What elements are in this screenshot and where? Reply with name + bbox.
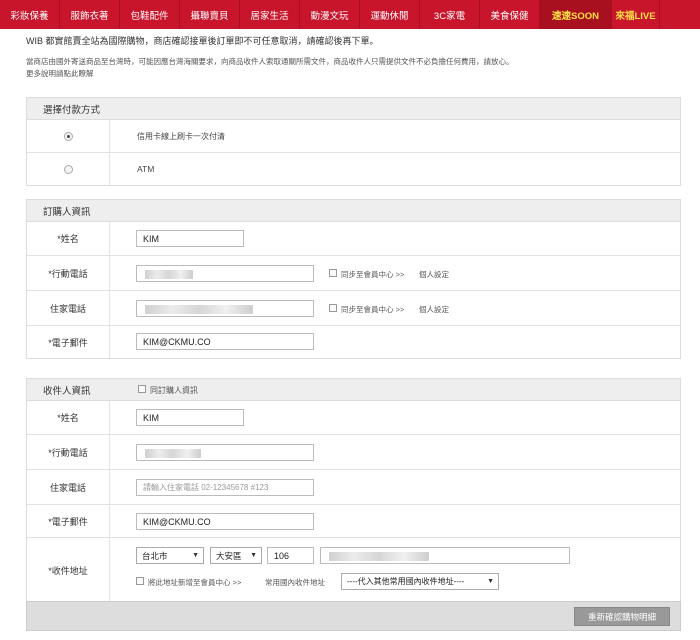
- buyer-home-settings-link[interactable]: 個人設定: [419, 304, 449, 315]
- chevron-down-icon: ▼: [192, 552, 199, 559]
- receiver-home-input[interactable]: 請輸入住家電話 02-12345678 #123: [136, 479, 314, 496]
- district-select[interactable]: 大安區 ▼: [210, 547, 262, 564]
- receiver-name-label: *姓名: [27, 401, 110, 434]
- receiver-email-label: *電子郵件: [27, 505, 110, 537]
- same-as-buyer-checkbox[interactable]: [138, 385, 146, 393]
- atm-radio[interactable]: [63, 165, 73, 174]
- chevron-down-icon: ▼: [250, 552, 257, 559]
- city-select-value: 台北市: [142, 550, 168, 561]
- zip-code-input[interactable]: 106: [267, 547, 314, 564]
- buyer-name-label: *姓名: [27, 222, 110, 255]
- receiver-name-input[interactable]: KIM: [136, 409, 244, 426]
- buyer-name-row: *姓名 KIM: [27, 222, 680, 256]
- nav-item-1[interactable]: 服飾衣著: [60, 0, 120, 29]
- buyer-mobile-sync-checkbox[interactable]: [329, 269, 337, 277]
- nav-item-10[interactable]: 來福LIVE: [612, 0, 660, 29]
- receiver-home-row: 住家電話 請輸入住家電話 02-12345678 #123: [27, 470, 680, 505]
- address-book-select-value: ----代入其他常用國內收件地址----: [347, 577, 465, 586]
- buyer-section-title: 訂購人資訊: [27, 200, 680, 222]
- city-select[interactable]: 台北市 ▼: [136, 547, 204, 564]
- top-category-nav: 彩妝保養 服飾衣著 包鞋配件 攝聯賣貝 居家生活 動漫文玩 運動休閒 3C家電 美食保健 速速SO…: [0, 0, 700, 29]
- receiver-mobile-input[interactable]: [136, 444, 314, 461]
- nav-item-2[interactable]: 包鞋配件: [120, 0, 180, 29]
- buyer-home-row: 住家電話 同步至會員中心 >> 個人設定: [27, 291, 680, 326]
- address-book-link[interactable]: 常用國內收件地址: [265, 577, 325, 588]
- buyer-home-sync-checkbox[interactable]: [329, 304, 337, 312]
- same-as-buyer-label: 同訂購人資訊: [150, 386, 198, 395]
- buyer-email-row: *電子郵件 KIM@CKMU.CO: [27, 326, 680, 358]
- receiver-mobile-row: *行動電話: [27, 435, 680, 470]
- buyer-mobile-label: *行動電話: [27, 256, 110, 290]
- district-select-value: 大安區: [216, 550, 242, 561]
- add-address-text: 將此地址新增至會員中心 >>: [148, 578, 242, 587]
- buyer-mobile-input[interactable]: [136, 265, 314, 282]
- buyer-mobile-row: *行動電話 同步至會員中心 >> 個人設定: [27, 256, 680, 291]
- buyer-mobile-sync-text: 同步至會員中心 >>: [341, 270, 405, 279]
- buyer-home-label: 住家電話: [27, 291, 110, 325]
- add-address-checkbox[interactable]: [136, 577, 144, 585]
- receiver-name-row: *姓名 KIM: [27, 401, 680, 435]
- customs-notice: 當商店由國外寄送商品至台灣時，可能因應台灣海關要求，向商品收件人索取通關所需文件…: [26, 57, 514, 66]
- more-info-link[interactable]: 更多說明請點此瞭解: [26, 68, 94, 79]
- street-address-input[interactable]: [320, 547, 570, 564]
- chevron-down-icon: ▼: [487, 578, 494, 585]
- nav-item-3[interactable]: 攝聯賣貝: [180, 0, 240, 29]
- buyer-email-label: *電子郵件: [27, 326, 110, 358]
- credit-card-radio[interactable]: [63, 131, 73, 141]
- buyer-email-input[interactable]: KIM@CKMU.CO: [136, 333, 314, 350]
- receiver-email-input[interactable]: KIM@CKMU.CO: [136, 513, 314, 530]
- buyer-home-sync-text: 同步至會員中心 >>: [341, 305, 405, 314]
- receiver-email-row: *電子郵件 KIM@CKMU.CO: [27, 505, 680, 538]
- nav-item-9[interactable]: 速速SOON: [540, 0, 612, 29]
- checkout-footer: 重新確認購物明細: [26, 601, 681, 631]
- reconfirm-cart-button[interactable]: 重新確認購物明細: [574, 607, 670, 626]
- nav-item-7[interactable]: 3C家電: [420, 0, 480, 29]
- notice-line: WIB 都實館賣全站為國際購物，商店確認接單後訂單即不可任意取消，請確認後再下單…: [26, 36, 379, 46]
- nav-item-6[interactable]: 運動休閒: [360, 0, 420, 29]
- credit-card-label: 信用卡線上刷卡一次付清: [137, 132, 225, 141]
- receiver-address-label: *收件地址: [27, 538, 110, 602]
- nav-item-5[interactable]: 動漫文玩: [300, 0, 360, 29]
- payment-section: 選擇付款方式 信用卡線上刷卡一次付清 ATM: [26, 97, 681, 186]
- buyer-mobile-settings-link[interactable]: 個人設定: [419, 269, 449, 280]
- payment-option-credit[interactable]: 信用卡線上刷卡一次付清: [27, 120, 680, 153]
- nav-item-0[interactable]: 彩妝保養: [0, 0, 60, 29]
- address-book-select[interactable]: ----代入其他常用國內收件地址---- ▼: [341, 573, 499, 590]
- receiver-home-label: 住家電話: [27, 470, 110, 504]
- buyer-home-input[interactable]: [136, 300, 314, 317]
- payment-option-atm[interactable]: ATM: [27, 153, 680, 186]
- buyer-name-input[interactable]: KIM: [136, 230, 244, 247]
- receiver-address-row: *收件地址 台北市 ▼ 大安區 ▼ 106 將此地址新增至會員中心 >> 常用國內收…: [27, 538, 680, 602]
- receiver-section-header: 收件人資訊 同訂購人資訊: [27, 379, 680, 401]
- buyer-section: 訂購人資訊 *姓名 KIM *行動電話 同步至會員中心 >> 個人設定 住家電話…: [26, 199, 681, 359]
- receiver-section: 收件人資訊 同訂購人資訊 *姓名 KIM *行動電話 住家電話 請輸入住家電話 …: [26, 378, 681, 602]
- nav-item-4[interactable]: 居家生活: [240, 0, 300, 29]
- atm-label: ATM: [137, 164, 155, 174]
- receiver-mobile-label: *行動電話: [27, 435, 110, 469]
- nav-item-8[interactable]: 美食保健: [480, 0, 540, 29]
- payment-section-title: 選擇付款方式: [27, 98, 680, 120]
- receiver-section-title: 收件人資訊: [43, 385, 91, 397]
